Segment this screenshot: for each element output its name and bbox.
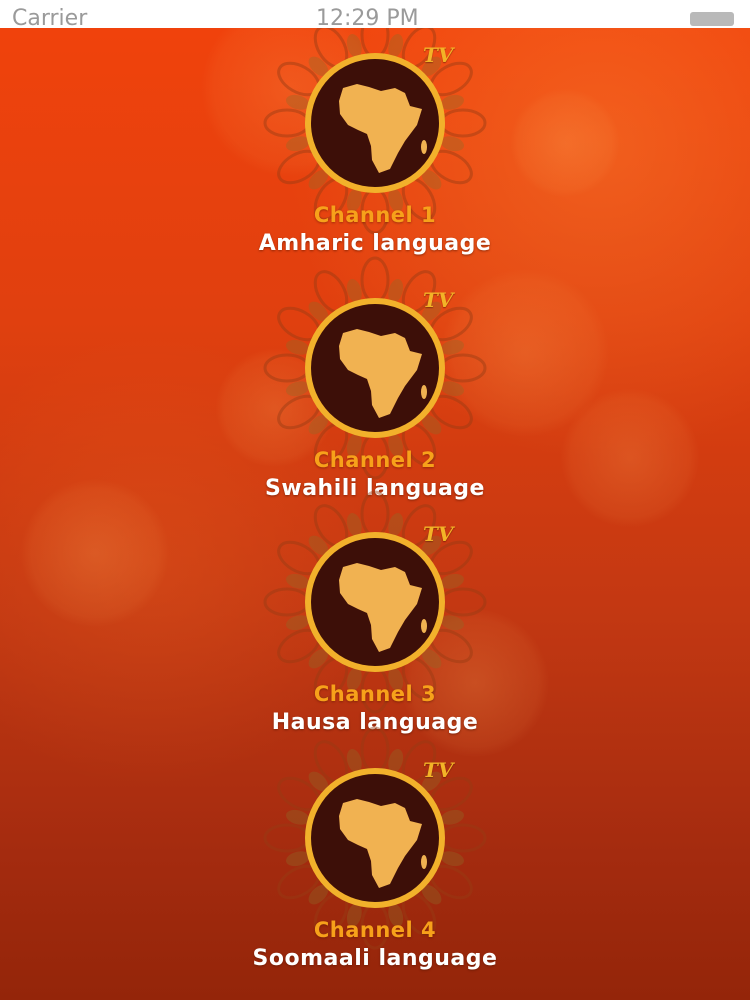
channel-logo: TV (255, 490, 495, 714)
tv-badge: TV (423, 288, 454, 312)
status-carrier: Carrier (12, 6, 88, 29)
channel-language: Hausa language (271, 710, 479, 735)
tv-badge: TV (423, 522, 454, 546)
africa-map-icon (263, 256, 487, 480)
channel-logo: TV (255, 28, 495, 235)
channel-language: Soomaali language (252, 946, 498, 971)
status-bar: Carrier 12:29 PM (0, 0, 750, 28)
battery-icon (690, 12, 734, 26)
channel-language: Swahili language (265, 476, 485, 501)
channel-item[interactable]: TV Channel 1 Amharic language (0, 28, 750, 275)
channel-language: Amharic language (258, 231, 492, 256)
channel-label: Channel 4 (313, 918, 437, 942)
channel-logo: TV (255, 256, 495, 480)
tv-badge: TV (423, 43, 454, 67)
channel-logo: TV (255, 726, 495, 950)
tv-badge: TV (423, 758, 454, 782)
app-screen: TV Channel 1 Amharic language TV Channel… (0, 28, 750, 1000)
africa-map-icon (263, 28, 487, 235)
channel-list: TV Channel 1 Amharic language TV Channel… (0, 28, 750, 1000)
channel-item[interactable]: TV Channel 4 Soomaali language (0, 726, 750, 990)
channel-label: Channel 3 (313, 682, 437, 706)
status-time: 12:29 PM (316, 6, 419, 29)
channel-label: Channel 1 (313, 203, 437, 227)
africa-map-icon (263, 726, 487, 950)
channel-label: Channel 2 (313, 448, 437, 472)
africa-map-icon (263, 490, 487, 714)
channel-item[interactable]: TV Channel 3 Hausa language (0, 490, 750, 754)
channel-item[interactable]: TV Channel 2 Swahili language (0, 256, 750, 520)
